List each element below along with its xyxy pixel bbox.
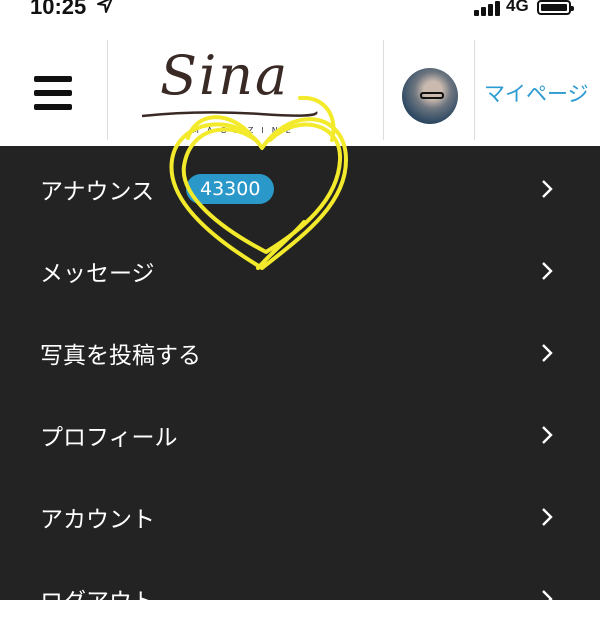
logo-swash [141, 111, 318, 118]
avatar-glasses [420, 92, 444, 99]
menu-item-label: メッセージ [40, 261, 155, 287]
menu-item-label: アカウント [40, 507, 155, 533]
chevron-right-icon [542, 590, 553, 608]
header-divider [383, 40, 384, 140]
notification-badge: 43300 [186, 174, 275, 204]
menu-item-logout[interactable]: ログアウト [0, 558, 600, 640]
chevron-right-icon [542, 344, 553, 362]
menu-item-label: 写真を投稿する [40, 343, 201, 369]
menu-item-label: プロフィール [40, 425, 178, 451]
menu-item-messages[interactable]: メッセージ [0, 230, 600, 312]
header-divider [107, 40, 108, 140]
signal-strength-icon [474, 0, 502, 16]
menu-item-label: アナウンス [40, 179, 155, 205]
avatar[interactable] [402, 68, 458, 124]
header-divider [474, 40, 475, 140]
menu-item-post-photo[interactable]: 写真を投稿する [0, 312, 600, 394]
menu-item-profile[interactable]: プロフィール [0, 394, 600, 476]
menu-item-account[interactable]: アカウント [0, 476, 600, 558]
logo-subtitle: MAGAZINE [192, 126, 299, 135]
status-time: 10:25 [30, 0, 87, 19]
app-header: Sina MAGAZINE マイページ [0, 30, 600, 146]
hamburger-menu-icon[interactable] [34, 76, 72, 110]
menu-item-label: ログアウト [40, 589, 155, 615]
chevron-right-icon [542, 508, 553, 526]
side-menu: アナウンス 43300 メッセージ 写真を投稿する プロフィール アカウント ロ… [0, 146, 600, 615]
site-logo[interactable]: Sina MAGAZINE [140, 40, 320, 140]
network-type: 4G [506, 0, 529, 15]
chevron-right-icon [542, 426, 553, 444]
location-arrow-icon [97, 0, 113, 13]
menu-item-announcements[interactable]: アナウンス 43300 [0, 148, 600, 230]
status-bar: 10:25 4G [0, 0, 600, 30]
chevron-right-icon [542, 262, 553, 280]
logo-wordmark: Sina [160, 44, 290, 107]
battery-icon [537, 0, 574, 15]
mypage-link[interactable]: マイページ [484, 78, 589, 108]
chevron-right-icon [542, 180, 553, 198]
